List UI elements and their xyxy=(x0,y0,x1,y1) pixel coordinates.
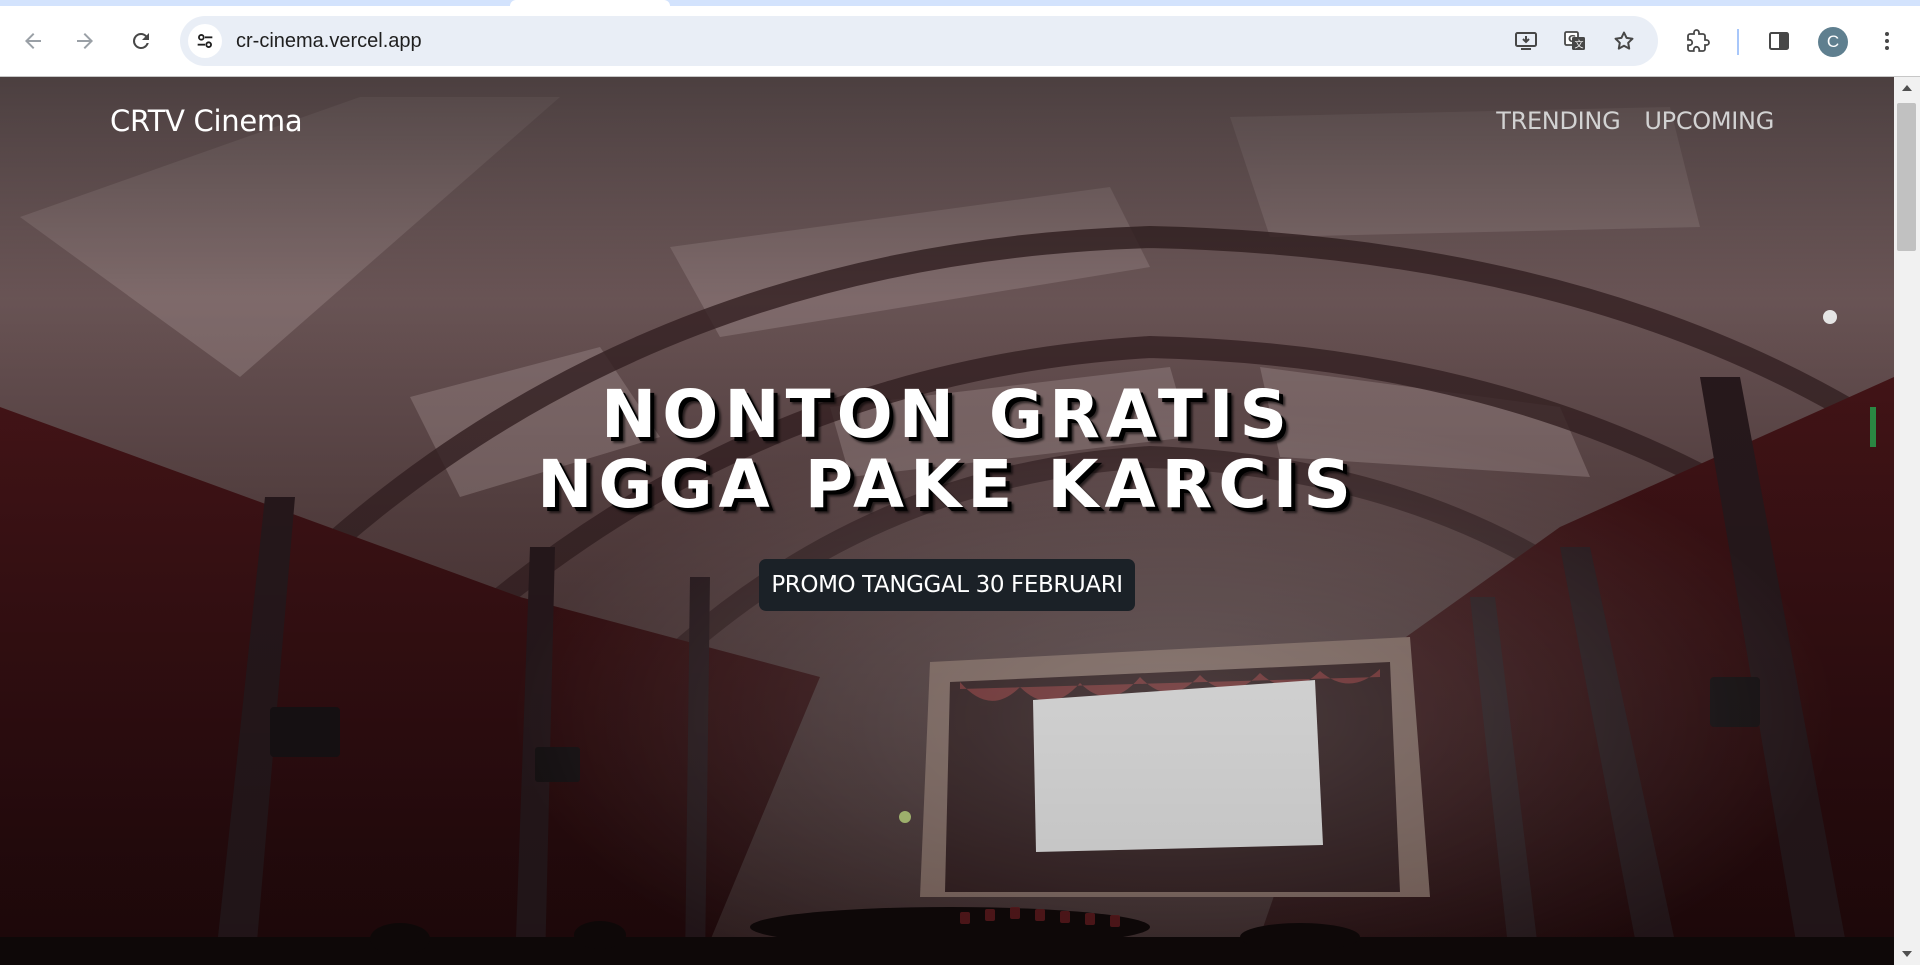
profile-avatar[interactable]: C xyxy=(1818,27,1848,57)
hero-title-line-2: NGGA PAKE KARCIS xyxy=(537,446,1357,523)
reload-icon xyxy=(133,33,149,49)
nav-link-trending[interactable]: TRENDING xyxy=(1496,107,1620,135)
site-nav: TRENDING UPCOMING xyxy=(1496,107,1774,135)
svg-text:文: 文 xyxy=(1575,39,1584,51)
scroll-thumb[interactable] xyxy=(1897,103,1916,251)
promo-badge: PROMO TANGGAL 30 FEBRUARI xyxy=(759,559,1135,611)
tune-icon xyxy=(197,34,213,48)
toolbar-divider xyxy=(1737,29,1739,55)
back-button[interactable] xyxy=(16,24,50,58)
translate-icon: G 文 xyxy=(1564,31,1585,51)
translate-button[interactable]: G 文 xyxy=(1560,26,1590,56)
install-app-icon xyxy=(1515,32,1537,50)
kebab-menu-icon xyxy=(1885,32,1889,50)
url-text[interactable]: cr-cinema.vercel.app xyxy=(236,30,422,53)
site-brand[interactable]: CRTV Cinema xyxy=(110,104,303,138)
extensions-button[interactable] xyxy=(1681,24,1715,58)
hero-title-line-1: NONTON GRATIS xyxy=(601,376,1293,453)
bookmark-button[interactable] xyxy=(1609,26,1639,56)
arrow-right-icon xyxy=(77,33,93,49)
forward-button[interactable] xyxy=(68,24,102,58)
scroll-down-arrow-icon[interactable] xyxy=(1902,951,1912,957)
scroll-up-arrow-icon[interactable] xyxy=(1902,85,1912,91)
arrow-left-icon xyxy=(25,33,41,49)
side-panel-button[interactable] xyxy=(1762,24,1796,58)
page-scrollbar[interactable] xyxy=(1894,77,1920,965)
site-info-button[interactable] xyxy=(188,24,222,58)
reload-button[interactable] xyxy=(124,24,158,58)
browser-toolbar: cr-cinema.vercel.app G 文 xyxy=(0,6,1920,77)
browser-menu-button[interactable] xyxy=(1870,24,1904,58)
star-icon xyxy=(1614,31,1634,50)
nav-link-upcoming[interactable]: UPCOMING xyxy=(1644,107,1774,135)
install-app-button[interactable] xyxy=(1511,26,1541,56)
page-viewport: CRTV Cinema TRENDING UPCOMING NONTON GRA… xyxy=(0,77,1894,965)
puzzle-icon xyxy=(1687,29,1710,52)
address-bar[interactable]: cr-cinema.vercel.app G 文 xyxy=(180,16,1658,66)
side-panel-icon xyxy=(1769,32,1789,50)
